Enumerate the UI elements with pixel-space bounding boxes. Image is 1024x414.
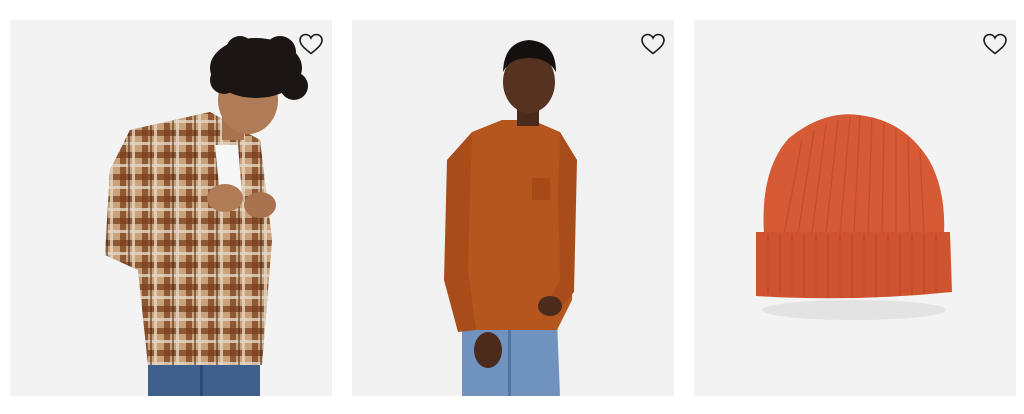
- heart-outline-icon: [983, 33, 1007, 55]
- product-image-plaid-shirt[interactable]: [10, 20, 332, 396]
- product-card[interactable]: [694, 20, 1016, 396]
- favorite-button[interactable]: [640, 32, 666, 56]
- favorite-button[interactable]: [298, 32, 324, 56]
- product-card[interactable]: [352, 20, 674, 396]
- product-card[interactable]: [10, 20, 332, 396]
- heart-outline-icon: [641, 33, 665, 55]
- heart-outline-icon: [299, 33, 323, 55]
- product-image-orange-beanie[interactable]: [694, 20, 1016, 396]
- favorite-button[interactable]: [982, 32, 1008, 56]
- product-image-orange-tee[interactable]: [352, 20, 674, 396]
- product-grid: [0, 0, 1024, 414]
